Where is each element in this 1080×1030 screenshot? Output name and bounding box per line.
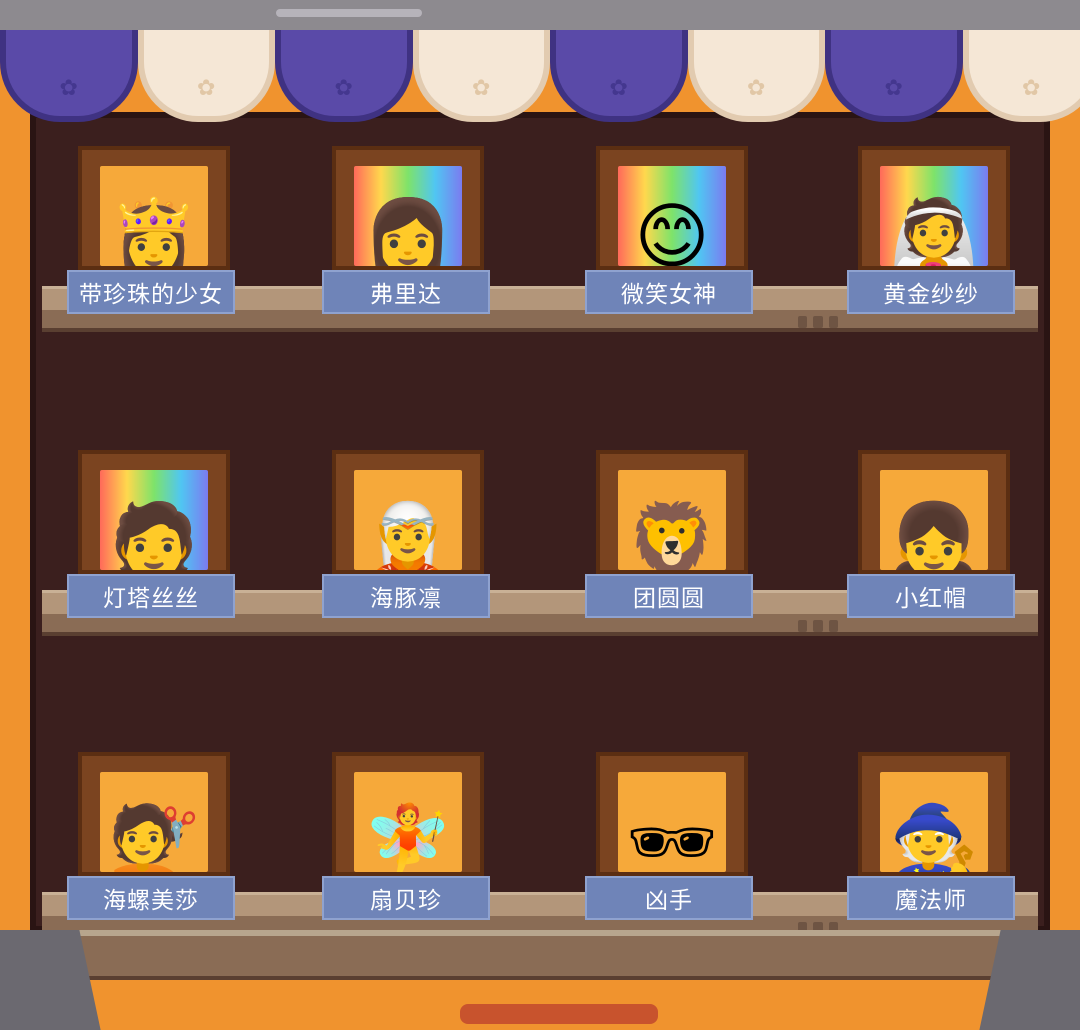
awning-scallop: ✿ xyxy=(963,30,1080,122)
character-frame[interactable]: 👸 xyxy=(78,146,230,270)
character-frame[interactable]: 🧝 xyxy=(332,450,484,574)
golden-veil-avatar-icon: 👰 xyxy=(889,200,979,266)
character-frame[interactable]: 👩 xyxy=(332,146,484,270)
awning-scallop: ✿ xyxy=(275,30,413,122)
awning-scallop: ✿ xyxy=(688,30,826,122)
character-frame[interactable]: 🦁 xyxy=(596,450,748,574)
character-frame[interactable]: 👰 xyxy=(858,146,1010,270)
character-name-label: 团圆圆 xyxy=(585,574,753,618)
character-frame[interactable]: 😊 xyxy=(596,146,748,270)
girl-pearl-avatar-icon: 👸 xyxy=(109,200,199,266)
portrait-background: 🕶 xyxy=(618,772,726,872)
portrait-background: 👰 xyxy=(880,166,988,266)
witch-avatar-icon: 🧙 xyxy=(889,806,979,872)
portrait-background: 🧑 xyxy=(100,470,208,570)
portrait-background: 🧚 xyxy=(354,772,462,872)
character-name-label: 海豚凛 xyxy=(322,574,490,618)
lighthouse-avatar-icon: 🧑 xyxy=(109,504,199,570)
awning: ✿ ✿ ✿ ✿ ✿ ✿ ✿ ✿ xyxy=(0,30,1080,128)
scallop-avatar-icon: 🧚 xyxy=(363,806,453,872)
red-hood-avatar-icon: 👧 xyxy=(889,504,979,570)
shelf-vent xyxy=(798,316,838,328)
awning-scallop: ✿ xyxy=(825,30,963,122)
bottom-shelf-base xyxy=(38,936,1042,980)
character-frame[interactable]: 👧 xyxy=(858,450,1010,574)
rail-slot xyxy=(276,9,422,17)
character-name-label: 灯塔丝丝 xyxy=(67,574,235,618)
character-name-label: 弗里达 xyxy=(322,270,490,314)
portrait-background: 💇 xyxy=(100,772,208,872)
portrait-background: 😊 xyxy=(618,166,726,266)
frida-avatar-icon: 👩 xyxy=(363,200,453,266)
flower-icon: ✿ xyxy=(472,78,490,100)
flower-icon: ✿ xyxy=(197,78,215,100)
character-name-label: 扇贝珍 xyxy=(322,876,490,920)
character-name-label: 黄金纱纱 xyxy=(847,270,1015,314)
character-frame[interactable]: 🕶 xyxy=(596,752,748,876)
smiling-goddess-avatar-icon: 😊 xyxy=(634,200,709,266)
bottom-rail xyxy=(0,930,1080,1029)
awning-scallop: ✿ xyxy=(550,30,688,122)
portrait-background: 🧝 xyxy=(354,470,462,570)
lion-dance-avatar-icon: 🦁 xyxy=(627,504,717,570)
character-frame[interactable]: 🧙 xyxy=(858,752,1010,876)
character-name-label: 凶手 xyxy=(585,876,753,920)
flower-icon: ✿ xyxy=(1022,78,1040,100)
awning-scallop: ✿ xyxy=(0,30,138,122)
character-name-label: 海螺美莎 xyxy=(67,876,235,920)
character-name-label: 小红帽 xyxy=(847,574,1015,618)
flower-icon: ✿ xyxy=(747,78,765,100)
character-frame[interactable]: 💇 xyxy=(78,752,230,876)
dolphin-avatar-icon: 🧝 xyxy=(363,504,453,570)
portrait-background: 🧙 xyxy=(880,772,988,872)
portrait-background: 👸 xyxy=(100,166,208,266)
flower-icon: ✿ xyxy=(335,78,353,100)
character-frame[interactable]: 🧑 xyxy=(78,450,230,574)
flower-icon: ✿ xyxy=(610,78,628,100)
character-name-label: 微笑女神 xyxy=(585,270,753,314)
character-name-label: 带珍珠的少女 xyxy=(67,270,235,314)
flower-icon: ✿ xyxy=(885,78,903,100)
killer-avatar-icon: 🕶 xyxy=(626,806,717,872)
portrait-background: 🦁 xyxy=(618,470,726,570)
conch-avatar-icon: 💇 xyxy=(109,806,199,872)
bottom-handle[interactable] xyxy=(460,1004,658,1024)
awning-scallop: ✿ xyxy=(138,30,276,122)
awning-scallop: ✿ xyxy=(413,30,551,122)
portrait-background: 👧 xyxy=(880,470,988,570)
character-frame[interactable]: 🧚 xyxy=(332,752,484,876)
shelf-vent xyxy=(798,620,838,632)
portrait-background: 👩 xyxy=(354,166,462,266)
flower-icon: ✿ xyxy=(60,78,78,100)
character-name-label: 魔法师 xyxy=(847,876,1015,920)
